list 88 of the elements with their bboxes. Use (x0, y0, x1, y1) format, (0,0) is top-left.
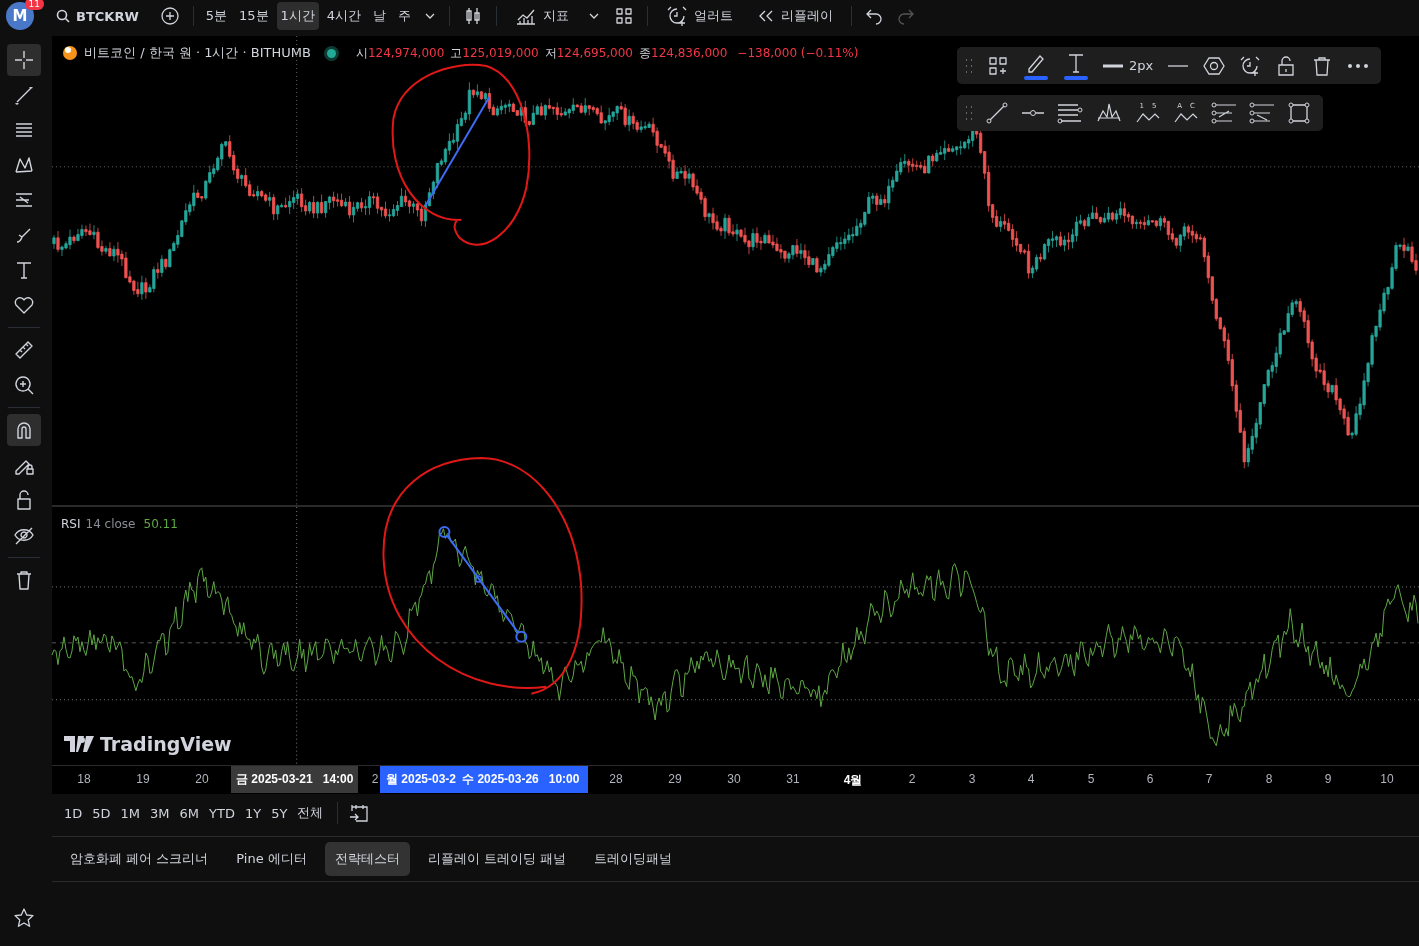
time-axis-label: 10 (1380, 772, 1394, 787)
indicator-params: 14 close (85, 517, 136, 532)
time-axis-label: 19 (136, 772, 150, 787)
date-range-button[interactable]: 1Y (240, 801, 266, 825)
time-axis-label: 4월 (843, 772, 863, 790)
time-axis-label: 3 (968, 772, 976, 787)
replay-button[interactable]: 리플레이 (753, 2, 838, 30)
zoom-tool-icon (13, 374, 35, 396)
alarm-clock-icon (666, 5, 689, 27)
trendline-tool-icon (13, 84, 35, 106)
market-status-dot (326, 48, 336, 58)
symbol-title: 비트코인 / 한국 원 · 1시간 · BITHUMB (84, 44, 311, 62)
settings-icon[interactable] (1203, 54, 1226, 77)
time-axis-label: 18 (77, 772, 91, 787)
brand-name: TradingView (100, 733, 232, 756)
time-axis-label: 28 (609, 772, 623, 787)
more-icon[interactable] (1347, 62, 1370, 69)
crosshair-tool-icon (13, 49, 35, 71)
panel-tab[interactable]: 트레이딩패널 (584, 842, 683, 876)
panel-tab[interactable]: 전략테스터 (324, 842, 410, 876)
interval-button[interactable]: 주 (394, 2, 416, 30)
add-symbol-icon[interactable] (159, 6, 180, 26)
star-icon (13, 907, 35, 929)
bitcoin-icon (62, 45, 78, 61)
ruler-tool-icon (13, 339, 35, 361)
rectangle-icon[interactable] (1287, 101, 1311, 125)
date-range-button[interactable]: 3M (146, 801, 174, 825)
alert-button[interactable]: 얼러트 (662, 0, 738, 32)
heart-tool-icon (13, 294, 35, 316)
time-axis-label: 20 (195, 772, 209, 787)
ohlc-value: 저 124,695,000 (544, 44, 633, 62)
interval-button[interactable]: 4시간 (322, 2, 366, 30)
goto-date-icon[interactable] (348, 802, 371, 824)
date-range-button[interactable]: YTD (205, 801, 239, 825)
search-icon (56, 9, 70, 23)
layout-grid-icon[interactable] (614, 6, 635, 26)
time-axis-label: 31 (786, 772, 800, 787)
time-axis-label: 9 (1324, 772, 1332, 787)
date-range-button[interactable]: 5D (88, 801, 115, 825)
redo-icon[interactable] (897, 7, 916, 25)
range-start-label: 월 2025-03-2 (386, 771, 457, 789)
fib-extension-icon[interactable] (1249, 101, 1275, 125)
drag-handle-icon[interactable] (965, 106, 973, 120)
date-range-button[interactable]: 전체 (293, 800, 328, 826)
interval-button[interactable]: 5분 (201, 2, 232, 30)
alarm-clock-icon[interactable] (1239, 54, 1262, 77)
ohlc-value: 종124,836,000 (639, 44, 728, 62)
drawing-tool-button[interactable] (7, 44, 41, 76)
interval-button[interactable]: 15분 (235, 2, 273, 30)
notification-badge: 11 (24, 0, 44, 10)
pattern-tool-icon (13, 154, 35, 176)
time-axis-label: 2 (371, 772, 379, 787)
undo-icon[interactable] (865, 7, 884, 25)
drag-handle-icon[interactable] (965, 58, 973, 73)
time-axis-label: 4 (1027, 772, 1035, 787)
ohlc-value: 시 124,974,000 (355, 44, 445, 62)
parallel-channel-icon[interactable] (1057, 101, 1083, 125)
date-range-button[interactable]: 6M (175, 801, 204, 825)
symbol-search-button[interactable]: BTCKRW (52, 3, 143, 29)
panel-tab[interactable]: 암호화폐 페어 스크리너 (60, 842, 219, 876)
time-axis-label: 8 (1265, 772, 1273, 787)
trend-line-icon[interactable] (985, 101, 1009, 125)
time-axis-label: 5 (1087, 772, 1095, 787)
crosshair-time-label: 금 2025-03-21 14:00 (231, 766, 359, 794)
interval-button[interactable]: 날 (369, 2, 391, 30)
panel-tab[interactable]: Pine 에디터 (226, 842, 317, 876)
indicator-name: RSI (61, 517, 81, 532)
fib-retracement-icon[interactable] (1211, 101, 1237, 125)
ohlc-value: 고125,019,000 (450, 44, 539, 62)
date-range-button[interactable]: 1M (116, 801, 145, 825)
panel-tab[interactable]: 리플레이 트레이딩 패널 (417, 842, 577, 876)
indicator-value: 50.11 (143, 517, 178, 532)
indicators-button[interactable]: 지표 (511, 1, 574, 31)
date-range-button[interactable]: 5Y (267, 801, 292, 825)
price-change: −138,000 (−0.11%) (737, 46, 859, 60)
time-axis-label: 7 (1205, 772, 1213, 787)
logo-icon (64, 736, 94, 753)
interval-button[interactable]: 1시간 (276, 2, 319, 30)
range-end-label: 수 2025-03-26 10:00 (462, 771, 580, 789)
thick-line-icon (1103, 63, 1123, 68)
line-width-button[interactable]: 2px (1103, 58, 1154, 73)
drawing-tool-button[interactable] (7, 414, 41, 446)
time-axis-label: 6 (1146, 772, 1154, 787)
time-axis-label: 29 (668, 772, 682, 787)
time-axis-label: 2 (908, 772, 916, 787)
date-range-button[interactable]: 1D (60, 801, 87, 825)
time-axis-label: 30 (727, 772, 741, 787)
apps-plus-icon[interactable] (987, 54, 1009, 77)
